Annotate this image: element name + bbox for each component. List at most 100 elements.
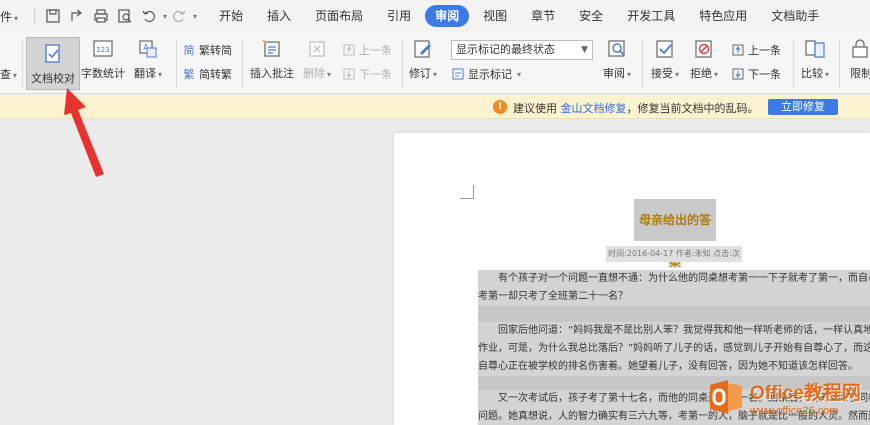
revise-caret-icon: ▾ <box>433 70 438 79</box>
trad-to-simp-label: 繁转简 <box>199 44 232 57</box>
restrict-editing-label: 限制 <box>850 67 870 80</box>
reject-caret-icon: ▾ <box>714 70 719 79</box>
undo-icon[interactable] <box>137 4 161 28</box>
tab-section[interactable]: 章节 <box>521 5 565 27</box>
next-comment-label: 下一条 <box>359 68 392 81</box>
lock-icon <box>848 36 870 62</box>
translate-button[interactable]: A 翻译 ▾ <box>134 36 162 81</box>
accept-label: 接受 <box>651 67 673 80</box>
compare-icon <box>802 36 828 62</box>
translate-label: 翻译 <box>134 67 156 80</box>
ribbon-toolbar: 查 ▾ 文档校对 123 字数统计 A 翻译 ▾ 简 繁转简 繁 简转繁 插入批注 <box>0 32 870 94</box>
accept-caret-icon: ▾ <box>675 70 680 79</box>
simp-to-trad-button[interactable]: 繁 简转繁 <box>182 66 233 82</box>
export-icon[interactable] <box>65 4 89 28</box>
simp-to-trad-label: 简转繁 <box>199 68 232 81</box>
site-watermark: Office教程网 www.office26.com <box>706 377 861 417</box>
svg-text:123: 123 <box>96 46 109 54</box>
translate-caret-icon: ▾ <box>158 70 163 79</box>
watermark-url: www.office26.com <box>750 404 839 417</box>
tab-features[interactable]: 特色应用 <box>689 5 757 27</box>
next-comment-button[interactable]: 下一条 <box>342 66 392 82</box>
next-comment-icon <box>343 68 355 80</box>
svg-text:简: 简 <box>184 43 195 57</box>
review-pane-icon <box>604 36 630 62</box>
review-pane-label: 审阅 <box>603 67 625 80</box>
file-menu-label: 件 <box>0 9 13 24</box>
revise-button[interactable]: 修订 ▾ <box>409 36 437 81</box>
restrict-editing-button[interactable]: 限制 <box>848 36 870 81</box>
trad-to-simp-button[interactable]: 简 繁转简 <box>182 42 233 58</box>
redo-caret-icon[interactable]: ▾ <box>193 12 197 21</box>
tab-security[interactable]: 安全 <box>569 5 613 27</box>
show-markup-button[interactable]: 显示标记 ▾ <box>451 66 521 82</box>
prev-change-label: 上一条 <box>748 44 781 57</box>
paragraph-line: 回家后他问道：“妈妈我是不是比别人笨？我觉得我和他一样听老师的话，一样认真地做 <box>498 325 870 336</box>
delete-comment-button[interactable]: 删除 ▾ <box>303 36 331 81</box>
tab-references[interactable]: 引用 <box>377 5 421 27</box>
tab-home[interactable]: 开始 <box>209 5 253 27</box>
show-markup-caret-icon: ▾ <box>517 69 522 79</box>
warning-icon: ! <box>493 100 507 114</box>
office-logo-icon <box>706 377 746 417</box>
compare-label: 比较 <box>801 67 823 80</box>
show-markup-label: 显示标记 <box>468 68 512 81</box>
repair-now-button[interactable]: 立即修复 <box>768 99 838 115</box>
file-menu[interactable]: 件 ▾ <box>0 8 18 25</box>
show-markup-icon <box>452 68 464 80</box>
next-change-icon <box>732 68 744 80</box>
paragraph-line: 自尊心正在被学校的排名伤害着。她望着儿子，没有回答，因为她不知道该怎样回答。 <box>478 361 858 372</box>
ribbon-divider <box>642 40 643 88</box>
prev-change-icon <box>732 44 744 56</box>
kdocs-repair-link[interactable]: 金山文档修复 <box>561 102 627 115</box>
word-count-button[interactable]: 123 字数统计 <box>81 36 125 81</box>
paragraph: 回家后他问道：“妈妈我是不是比别人笨？我觉得我和他一样听老师的话，一样认真地做 … <box>478 322 870 376</box>
insert-comment-label: 插入批注 <box>250 67 294 80</box>
page-corner-mark <box>460 185 474 199</box>
ribbon-divider <box>176 40 177 88</box>
markup-state-select[interactable]: 显示标记的最终状态 ▼ <box>451 40 593 60</box>
doc-proof-label: 文档校对 <box>31 72 75 85</box>
print-preview-icon[interactable] <box>113 4 137 28</box>
translate-icon: A <box>135 36 161 62</box>
check-button[interactable]: 查 ▾ <box>0 66 17 82</box>
notification-text-after: ，修复当前文档中的乱码。 <box>626 102 759 115</box>
file-menu-caret: ▾ <box>14 13 19 23</box>
tab-developer[interactable]: 开发工具 <box>617 5 685 27</box>
watermark-main: Office教程网 <box>750 382 861 404</box>
redo-icon[interactable] <box>167 4 191 28</box>
tab-page-layout[interactable]: 页面布局 <box>305 5 373 27</box>
compare-caret-icon: ▾ <box>825 70 830 79</box>
ribbon-divider <box>793 40 794 88</box>
paragraph: 有个孩子对一个问题一直想不通：为什么他的同桌想考第一一下子就考了第一，而自己想 … <box>478 270 870 306</box>
document-title: 母亲给出的答案 <box>634 199 716 269</box>
simp-to-trad-icon: 繁 <box>184 67 195 81</box>
tab-doc-assistant[interactable]: 文档助手 <box>761 5 829 27</box>
doc-proof-button[interactable]: 文档校对 <box>26 37 80 90</box>
insert-comment-button[interactable]: 插入批注 <box>250 36 294 81</box>
compare-button[interactable]: 比较 ▾ <box>801 36 829 81</box>
tab-view[interactable]: 视图 <box>473 5 517 27</box>
insert-comment-icon <box>259 36 285 62</box>
paragraph-line: 考第一却只考了全班第二十一名？ <box>478 291 628 302</box>
prev-comment-button[interactable]: 上一条 <box>342 42 392 58</box>
next-change-label: 下一条 <box>748 68 781 81</box>
doc-proof-icon <box>40 41 66 67</box>
paragraph-line: 有个孩子对一个问题一直想不通：为什么他的同桌想考第一一下子就考了第一，而自己想 <box>498 273 870 284</box>
prev-comment-label: 上一条 <box>359 44 392 57</box>
revise-icon <box>410 36 436 62</box>
save-icon[interactable] <box>41 4 65 28</box>
chevron-down-icon: ▼ <box>581 45 588 55</box>
prev-change-button[interactable]: 上一条 <box>731 42 781 58</box>
review-pane-button[interactable]: 审阅 ▾ <box>603 36 631 81</box>
tab-insert[interactable]: 插入 <box>257 5 301 27</box>
accept-icon <box>652 36 678 62</box>
tab-review[interactable]: 审阅 <box>425 5 470 27</box>
print-icon[interactable] <box>89 4 113 28</box>
next-change-button[interactable]: 下一条 <box>731 66 781 82</box>
accept-button[interactable]: 接受 ▾ <box>651 36 679 81</box>
reject-button[interactable]: 拒绝 ▾ <box>690 36 718 81</box>
trad-to-simp-icon: 简 <box>184 43 195 57</box>
repair-notification-bar: ! 建议使用 金山文档修复，修复当前文档中的乱码。 立即修复 <box>0 95 870 119</box>
markup-state-value: 显示标记的最终状态 <box>456 43 555 56</box>
